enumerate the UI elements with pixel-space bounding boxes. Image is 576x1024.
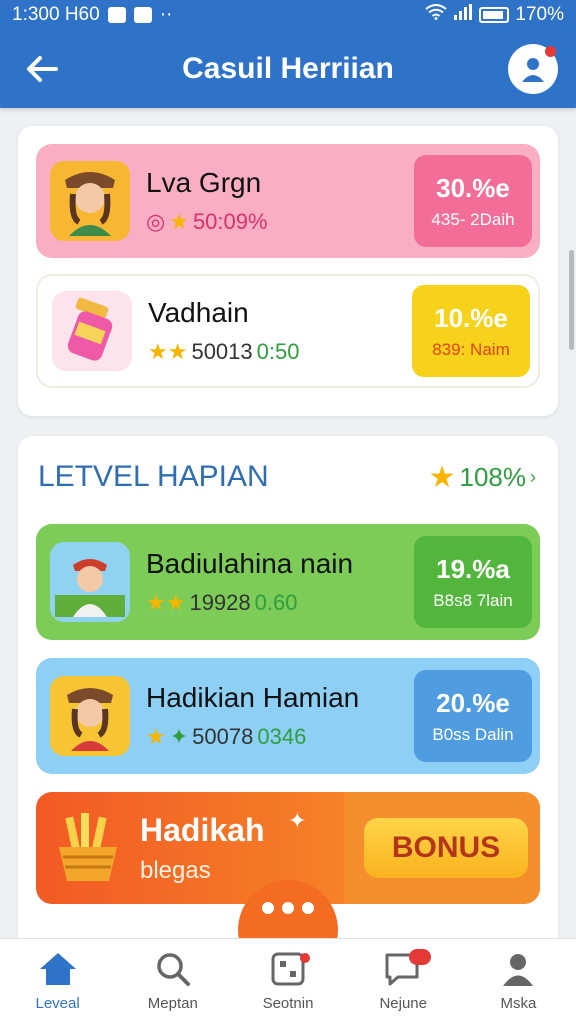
nav-label: Leveal	[35, 995, 80, 1012]
badge-percent: 30.%e	[436, 172, 510, 203]
battery-level: 170%	[515, 4, 564, 25]
notification-dot	[299, 953, 310, 963]
game-card-badiulahina[interactable]: Badiulahina nain ★★ 19928 0.60 19.%a B8s…	[36, 524, 540, 640]
game-title: Badiulahina nain	[146, 548, 354, 579]
game-card-hadikian[interactable]: Hadikian Hamian ★ ✦ 50078 0346 20.%e B0s…	[36, 658, 540, 774]
home-icon	[39, 953, 76, 985]
reward-badge[interactable]: 19.%a B8s8 7lain	[414, 536, 532, 628]
badge-subtext: 839: Naim	[432, 339, 510, 359]
scrollbar[interactable]	[569, 250, 574, 350]
reward-badge[interactable]: 10.%e 839: Naim	[412, 285, 530, 377]
coin-icon: ◎	[146, 209, 166, 234]
notification-icon	[107, 7, 126, 23]
game-meta: ★ ✦ 50078 0346	[146, 724, 414, 750]
reward-badge[interactable]: 30.%e 435- 2Daih	[414, 155, 532, 247]
nav-item-mska[interactable]: Mska	[461, 939, 576, 1024]
arrow-right-icon: ›	[530, 467, 536, 487]
game-meta-green: 0:50	[256, 339, 300, 364]
games-panel: Lva Grgn ◎ ★ 50:09% 30.%e 435- 2Daih Vad…	[18, 126, 558, 416]
star-icon: ★	[146, 724, 166, 749]
fries-basket-icon	[59, 813, 117, 881]
star-icon: ★	[428, 461, 456, 494]
nav-label: Nejune	[379, 995, 427, 1012]
profile-button[interactable]	[508, 44, 558, 94]
bonus-title: Hadikah	[140, 811, 265, 848]
bottom-nav: Leveal Meptan Seotnin Nejune Mska	[0, 938, 576, 1024]
status-bar: 1:300 H60 ·· 170%	[0, 0, 576, 30]
badge-percent: 10.%e	[434, 302, 508, 333]
badge-percent: 20.%e	[436, 687, 510, 718]
nav-label: Meptan	[147, 995, 198, 1012]
signal-icon	[453, 4, 473, 26]
jar-icon	[67, 297, 113, 361]
game-card-lva[interactable]: Lva Grgn ◎ ★ 50:09% 30.%e 435- 2Daih	[36, 144, 540, 258]
app-header: Casuil Herriian	[0, 30, 576, 108]
game-meta-green: 0.60	[254, 590, 298, 615]
user-icon	[522, 58, 544, 82]
leaf-icon: ✦	[169, 724, 189, 749]
bonus-thumbnail	[48, 808, 128, 888]
game-meta-value: 50013	[191, 339, 253, 364]
notification-badge	[408, 949, 431, 965]
game-meta: ◎ ★ 50:09%	[146, 209, 414, 235]
badge-subtext: B0ss Dalin	[432, 724, 514, 744]
game-meta-value: 19928	[189, 590, 251, 615]
nav-item-seotnin[interactable]: Seotnin	[230, 939, 345, 1024]
sparkle-icon: ✦	[288, 807, 307, 833]
game-title: Vadhain	[148, 297, 249, 328]
reward-badge[interactable]: 20.%e B0ss Dalin	[414, 670, 532, 762]
game-meta-green: 0346	[257, 724, 307, 749]
page-title: Casuil Herriian	[182, 52, 394, 85]
nav-item-leveal[interactable]: Leveal	[0, 939, 115, 1024]
star-icon: ★★	[148, 339, 188, 364]
nav-item-meptan[interactable]: Meptan	[115, 939, 230, 1024]
section-score-value: 108%	[459, 462, 527, 492]
dot-icon	[302, 902, 314, 914]
back-arrow-icon	[27, 56, 58, 82]
section-title: LETVEL HAPIAN	[38, 460, 269, 493]
badge-subtext: 435- 2Daih	[431, 209, 515, 229]
game-thumbnail	[50, 676, 130, 756]
more-notifications-icon: ··	[159, 4, 173, 25]
bonus-button[interactable]: BONUS	[364, 818, 528, 878]
game-meta-value: 50:09%	[192, 209, 268, 234]
section-score: ★ 108% ›	[429, 460, 536, 495]
badge-percent: 19.%a	[436, 553, 510, 584]
game-card-vadhain[interactable]: Vadhain ★★ 50013 0:50 10.%e 839: Naim	[36, 274, 540, 388]
game-meta: ★★ 50013 0:50	[148, 339, 412, 365]
dot-icon	[282, 902, 294, 914]
girl-avatar-icon	[65, 172, 115, 236]
game-meta: ★★ 19928 0.60	[146, 590, 414, 616]
star-icon: ★	[169, 209, 189, 234]
app-notification-icon	[133, 7, 152, 23]
notification-dot	[545, 46, 556, 57]
game-thumbnail	[52, 291, 132, 371]
game-thumbnail	[50, 542, 130, 622]
status-time: 1:300 H60	[12, 4, 100, 25]
bonus-subtitle: blegas	[140, 856, 211, 884]
user-icon	[503, 954, 534, 986]
nav-item-nejune[interactable]: Nejune	[346, 939, 461, 1024]
nav-label: Seotnin	[262, 995, 314, 1012]
nav-label: Mska	[500, 995, 537, 1012]
game-title: Lva Grgn	[146, 167, 262, 198]
star-icon: ★★	[146, 590, 186, 615]
game-meta-value: 50078	[192, 724, 254, 749]
game-title: Hadikian Hamian	[146, 682, 360, 713]
battery-icon	[479, 7, 510, 23]
back-button[interactable]	[12, 39, 72, 99]
wifi-icon	[425, 4, 448, 26]
girl-avatar-icon	[67, 688, 113, 751]
dot-icon	[262, 902, 274, 914]
badge-subtext: B8s8 7lain	[433, 590, 513, 610]
boy-avatar-icon	[55, 559, 125, 617]
game-thumbnail	[50, 161, 130, 241]
search-icon	[157, 953, 190, 986]
